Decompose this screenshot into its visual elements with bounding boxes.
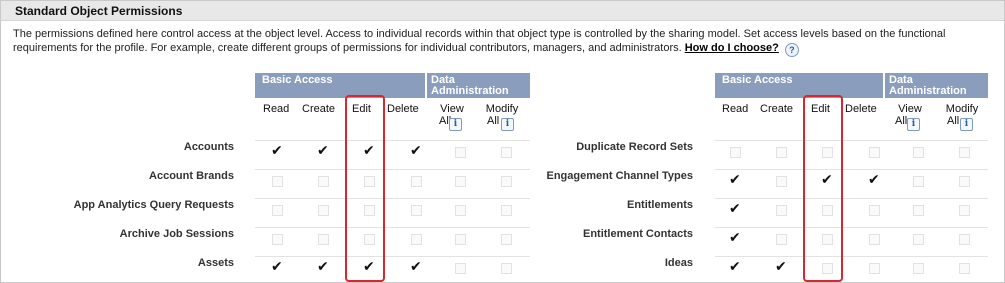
right-delete-checkbox-3[interactable]	[869, 234, 880, 245]
right-read-checkbox-2[interactable]	[729, 201, 741, 217]
left-edit-column-highlight	[345, 95, 385, 282]
row-divider	[255, 198, 530, 199]
left-read-checkbox-3[interactable]	[272, 234, 283, 245]
row-divider	[715, 256, 988, 257]
row-divider	[715, 169, 988, 170]
row-divider	[715, 198, 988, 199]
right-view-all-checkbox-1[interactable]	[913, 176, 924, 187]
left-create-checkbox-2[interactable]	[318, 205, 329, 216]
right-view-all-checkbox-2[interactable]	[913, 205, 924, 216]
left-row-label-4: Assets	[197, 257, 234, 269]
left-row-label-2: App Analytics Query Requests	[73, 199, 234, 211]
right-row-label-0: Duplicate Record Sets	[576, 141, 693, 153]
left-modify-all-checkbox-3[interactable]	[501, 234, 512, 245]
row-divider	[255, 256, 530, 257]
modify-all-line1: Modify	[945, 103, 979, 115]
left-modify-all-checkbox-0[interactable]	[501, 147, 512, 158]
right-modify-all-info-icon[interactable]: i	[960, 118, 973, 131]
left-create-checkbox-1[interactable]	[318, 176, 329, 187]
right-modify-all-checkbox-4[interactable]	[959, 263, 970, 274]
right-view-all-checkbox-0[interactable]	[913, 147, 924, 158]
left-delete-checkbox-2[interactable]	[411, 205, 422, 216]
left-col-create: Create	[302, 103, 336, 115]
left-col-read: Read	[263, 103, 290, 115]
right-delete-checkbox-4[interactable]	[869, 263, 880, 274]
left-read-checkbox-0[interactable]	[271, 143, 283, 159]
left-delete-checkbox-1[interactable]	[411, 176, 422, 187]
data-admin-line2: Administration	[431, 85, 509, 97]
how-do-i-choose-link[interactable]: How do I choose?	[685, 42, 779, 54]
right-read-checkbox-3[interactable]	[729, 230, 741, 246]
left-read-checkbox-2[interactable]	[272, 205, 283, 216]
left-row-label-1: Account Brands	[149, 170, 234, 182]
row-divider	[255, 227, 530, 228]
data-admin-line2: Administration	[889, 85, 967, 97]
right-create-checkbox-4[interactable]	[775, 259, 787, 275]
row-divider	[715, 140, 988, 141]
right-row-label-1: Engagement Channel Types	[546, 170, 694, 182]
right-modify-all-checkbox-0[interactable]	[959, 147, 970, 158]
left-modify-all-info-icon[interactable]: i	[501, 118, 514, 131]
left-row-label-3: Archive Job Sessions	[119, 228, 234, 240]
left-create-checkbox-4[interactable]	[317, 259, 329, 275]
right-modify-all-checkbox-1[interactable]	[959, 176, 970, 187]
right-read-checkbox-4[interactable]	[729, 259, 741, 275]
right-col-delete: Delete	[845, 103, 877, 115]
right-view-all-info-icon[interactable]: i	[907, 118, 920, 131]
left-view-all-checkbox-1[interactable]	[455, 176, 466, 187]
right-data-administration-header: Data Administration	[885, 73, 988, 98]
right-view-all-checkbox-4[interactable]	[913, 263, 924, 274]
right-modify-all-checkbox-3[interactable]	[959, 234, 970, 245]
left-view-all-checkbox-4[interactable]	[455, 263, 466, 274]
left-view-all-checkbox-2[interactable]	[455, 205, 466, 216]
right-create-checkbox-1[interactable]	[776, 176, 787, 187]
left-view-all-checkbox-0[interactable]	[455, 147, 466, 158]
view-all-line1: View	[440, 103, 464, 115]
left-modify-all-checkbox-1[interactable]	[501, 176, 512, 187]
right-delete-checkbox-0[interactable]	[869, 147, 880, 158]
right-view-all-checkbox-3[interactable]	[913, 234, 924, 245]
row-divider	[715, 227, 988, 228]
left-view-all-info-icon[interactable]: i	[449, 118, 462, 131]
right-read-checkbox-1[interactable]	[729, 172, 741, 188]
right-read-checkbox-0[interactable]	[730, 147, 741, 158]
right-col-read: Read	[722, 103, 749, 115]
right-create-checkbox-0[interactable]	[776, 147, 787, 158]
right-row-label-2: Entitlements	[626, 199, 693, 211]
right-basic-access-header: Basic Access	[715, 73, 883, 98]
right-edit-column-highlight	[803, 95, 843, 282]
left-create-checkbox-3[interactable]	[318, 234, 329, 245]
help-icon[interactable]: ?	[784, 43, 799, 57]
right-create-checkbox-3[interactable]	[776, 234, 787, 245]
left-data-administration-header: Data Administration	[427, 73, 530, 98]
modify-all-line1: Modify	[485, 103, 519, 115]
left-modify-all-checkbox-2[interactable]	[501, 205, 512, 216]
view-all-line1: View	[898, 103, 922, 115]
left-col-delete: Delete	[387, 103, 419, 115]
right-create-checkbox-2[interactable]	[776, 205, 787, 216]
right-delete-checkbox-1[interactable]	[868, 172, 880, 188]
left-delete-checkbox-3[interactable]	[411, 234, 422, 245]
left-modify-all-checkbox-4[interactable]	[501, 263, 512, 274]
left-row-label-0: Accounts	[183, 141, 234, 153]
left-basic-access-header: Basic Access	[255, 73, 425, 98]
row-divider	[255, 169, 530, 170]
left-read-checkbox-4[interactable]	[271, 259, 283, 275]
right-row-label-4: Ideas	[664, 257, 693, 269]
right-delete-checkbox-2[interactable]	[869, 205, 880, 216]
right-modify-all-checkbox-2[interactable]	[959, 205, 970, 216]
left-view-all-checkbox-3[interactable]	[455, 234, 466, 245]
row-divider	[255, 140, 530, 141]
left-create-checkbox-0[interactable]	[317, 143, 329, 159]
left-read-checkbox-1[interactable]	[272, 176, 283, 187]
right-row-label-3: Entitlement Contacts	[582, 228, 693, 240]
section-description: The permissions defined here control acc…	[13, 27, 988, 57]
left-delete-checkbox-4[interactable]	[410, 259, 422, 275]
right-col-create: Create	[760, 103, 794, 115]
section-title: Standard Object Permissions	[1, 1, 1004, 21]
left-delete-checkbox-0[interactable]	[410, 143, 422, 159]
description-text: The permissions defined here control acc…	[13, 28, 946, 54]
